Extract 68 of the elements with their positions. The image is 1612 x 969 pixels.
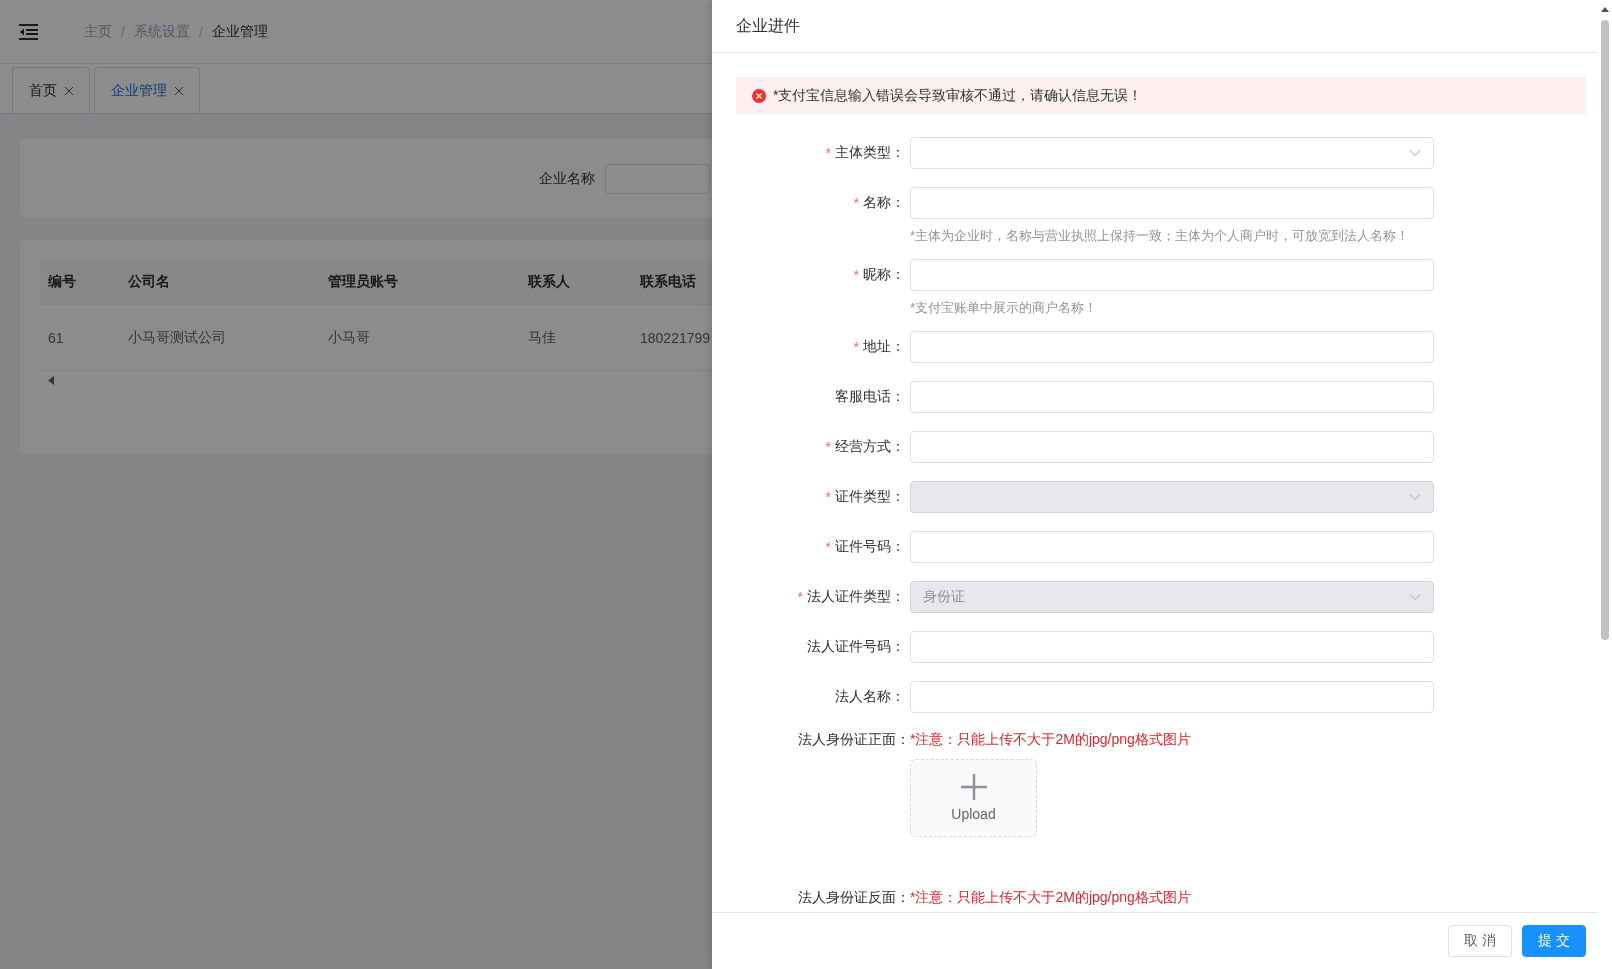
required-mark: *: [825, 439, 831, 455]
field-label: 证件类型：: [835, 488, 905, 506]
field-label: 法人名称：: [835, 688, 905, 706]
input-field[interactable]: [910, 631, 1434, 663]
alert-text: *支付宝信息输入错误会导致审核不通过，请确认信息无误！: [773, 86, 1143, 105]
page-tab[interactable]: 企业管理: [94, 67, 200, 113]
input-field[interactable]: [910, 431, 1434, 463]
column-header: 公司名: [127, 273, 171, 291]
table-cell-text: 马佳: [527, 328, 557, 347]
submit-button[interactable]: 提 交: [1522, 925, 1586, 957]
input-field[interactable]: [910, 681, 1434, 713]
chevron-down-icon: [1409, 493, 1421, 501]
close-icon[interactable]: [65, 86, 73, 95]
chevron-down-icon: [1409, 593, 1421, 601]
field-label: 主体类型：: [835, 144, 905, 162]
input-field[interactable]: [910, 187, 1434, 219]
plus-icon: [960, 774, 987, 800]
close-icon[interactable]: [175, 86, 183, 95]
field-label: 法人证件号码：: [807, 638, 905, 656]
field-label: 经营方式：: [835, 438, 905, 456]
field-label: 客服电话：: [835, 388, 905, 406]
breadcrumb-separator: /: [121, 23, 125, 40]
upload-note: *注意：只能上传不大于2M的jpg/png格式图片: [910, 889, 1192, 907]
field-label: 昵称：: [863, 266, 905, 284]
menu-icon[interactable]: [19, 23, 38, 40]
field-hint: *支付宝账单中展示的商户名称！: [910, 299, 1099, 317]
input-field[interactable]: [910, 259, 1434, 291]
field-label: 名称：: [863, 194, 905, 212]
required-mark: *: [825, 489, 831, 505]
page-tab[interactable]: 首页: [12, 67, 90, 113]
upload-button[interactable]: Upload: [910, 759, 1037, 837]
error-icon: [752, 88, 766, 103]
field-label: 法人身份证正面：: [798, 731, 910, 749]
upload-note: *注意：只能上传不大于2M的jpg/png格式图片: [910, 731, 1192, 749]
required-mark: *: [825, 145, 831, 161]
input-field[interactable]: [910, 331, 1434, 363]
breadcrumb-separator: /: [198, 23, 203, 40]
field-label: 地址：: [863, 338, 905, 356]
field-label: 法人身份证反面：: [798, 889, 910, 907]
table-cell-text: 小马哥测试公司: [127, 328, 227, 347]
drawer-title: 企业进件: [712, 0, 1598, 53]
scrollbar-thumb[interactable]: [1601, 20, 1609, 640]
table-cell-text: 61: [47, 329, 65, 346]
column-header: 管理员账号: [327, 273, 399, 291]
cancel-button[interactable]: 取 消: [1448, 925, 1513, 957]
breadcrumb-link[interactable]: 系统设置: [133, 22, 190, 41]
column-header: 编号: [47, 273, 77, 291]
field-label: 法人证件类型：: [807, 588, 905, 606]
table-cell-text: 小马哥: [327, 328, 371, 347]
scroll-up-icon[interactable]: [1601, 7, 1609, 12]
chevron-down-icon: [1409, 149, 1421, 157]
input-field[interactable]: [910, 381, 1434, 413]
field-label: 证件号码：: [835, 538, 905, 556]
required-mark: *: [797, 589, 803, 605]
input-field[interactable]: [910, 531, 1434, 563]
breadcrumb-current: 企业管理: [211, 22, 268, 41]
column-header: 联系电话: [638, 273, 697, 291]
table-cell-text: 180221799: [639, 329, 712, 346]
required-mark: *: [825, 539, 831, 555]
required-mark: *: [853, 339, 859, 355]
scroll-left-icon[interactable]: [48, 376, 54, 385]
select-field[interactable]: [910, 137, 1434, 169]
field-hint: *主体为企业时，名称与营业执照上保持一致；主体为个人商户时，可放宽到法人名称！: [910, 227, 1411, 245]
search-label: 企业名称: [539, 169, 595, 188]
search-field[interactable]: [605, 163, 710, 194]
column-header: 联系人: [526, 273, 571, 291]
required-mark: *: [853, 267, 859, 283]
required-mark: *: [853, 195, 859, 211]
